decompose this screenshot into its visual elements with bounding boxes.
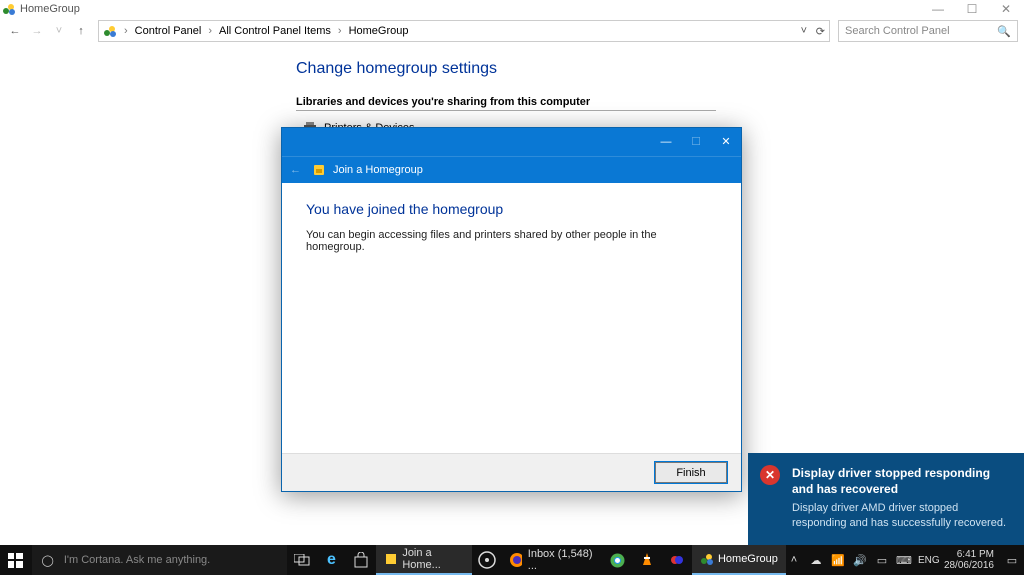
nav-recent-dropdown[interactable]: ˅ bbox=[50, 22, 68, 40]
tray-onedrive-icon[interactable]: ☁ bbox=[808, 554, 824, 567]
dialog-text: You can begin accessing files and printe… bbox=[306, 229, 717, 253]
store-icon[interactable] bbox=[346, 545, 376, 575]
dialog-footer: Finish bbox=[282, 453, 741, 491]
homegroup-wizard-icon bbox=[311, 162, 327, 178]
taskbar-app-homegroup[interactable]: HomeGroup bbox=[692, 545, 786, 575]
window-maximize-button[interactable]: ☐ bbox=[962, 2, 982, 16]
tray-battery-icon[interactable]: ▭ bbox=[874, 554, 890, 567]
taskbar-app-label: HomeGroup bbox=[718, 553, 778, 565]
taskbar-app-join-homegroup[interactable]: Join a Home... bbox=[376, 545, 472, 575]
cortana-search[interactable]: ◯ I'm Cortana. Ask me anything. bbox=[32, 545, 287, 575]
taskbar-app-icon[interactable] bbox=[662, 545, 692, 575]
dialog-minimize-button[interactable]: — bbox=[651, 128, 681, 156]
notification-toast[interactable]: ✕ Display driver stopped responding and … bbox=[748, 453, 1024, 545]
dialog-close-button[interactable]: ✕ bbox=[711, 128, 741, 156]
finish-button[interactable]: Finish bbox=[655, 462, 727, 483]
toast-title: Display driver stopped responding and ha… bbox=[792, 465, 1010, 497]
tray-time: 6:41 PM bbox=[944, 549, 994, 560]
join-homegroup-dialog: — ☐ ✕ ← Join a Homegroup You have joined… bbox=[281, 127, 742, 492]
window-titlebar: HomeGroup — ☐ ✕ bbox=[0, 0, 1024, 18]
dialog-wizard-title: Join a Homegroup bbox=[333, 164, 423, 176]
taskbar-chrome-icon[interactable] bbox=[603, 545, 633, 575]
dialog-body: You have joined the homegroup You can be… bbox=[282, 183, 741, 453]
window-title: HomeGroup bbox=[20, 3, 80, 15]
tray-language[interactable]: ENG bbox=[918, 555, 934, 566]
system-tray: ˄ ☁ 📶 🔊 ▭ ⌨ ENG 6:41 PM 28/06/2016 ▭ bbox=[786, 549, 1024, 571]
cortana-icon: ◯ bbox=[42, 554, 54, 567]
toast-detail: Display driver AMD driver stopped respon… bbox=[792, 501, 1010, 531]
tray-keyboard-icon[interactable]: ⌨ bbox=[896, 554, 912, 567]
tray-volume-icon[interactable]: 🔊 bbox=[852, 554, 868, 567]
nav-forward-button[interactable]: → bbox=[28, 22, 46, 40]
breadcrumb-item[interactable]: Control Panel bbox=[133, 25, 204, 37]
breadcrumb-item[interactable]: HomeGroup bbox=[347, 25, 411, 37]
taskbar: ◯ I'm Cortana. Ask me anything. e Join a… bbox=[0, 545, 1024, 575]
tray-clock[interactable]: 6:41 PM 28/06/2016 bbox=[940, 549, 998, 571]
chevron-right-icon[interactable]: › bbox=[205, 25, 215, 37]
taskbar-app-firefox[interactable]: Inbox (1,548) ... bbox=[502, 545, 603, 575]
chevron-right-icon[interactable]: › bbox=[335, 25, 345, 37]
error-icon: ✕ bbox=[760, 465, 780, 485]
homegroup-icon bbox=[2, 2, 16, 16]
page-heading: Change homegroup settings bbox=[296, 60, 726, 78]
tray-network-icon[interactable]: 📶 bbox=[830, 554, 846, 567]
taskbar-app-label: Inbox (1,548) ... bbox=[528, 548, 595, 572]
taskbar-mpc-icon[interactable] bbox=[472, 545, 502, 575]
dialog-titlebar[interactable]: — ☐ ✕ bbox=[282, 128, 741, 156]
address-dropdown-icon[interactable]: ˅ bbox=[801, 25, 807, 37]
section-label: Libraries and devices you're sharing fro… bbox=[296, 96, 716, 111]
dialog-heading: You have joined the homegroup bbox=[306, 201, 717, 217]
taskbar-vlc-icon[interactable] bbox=[632, 545, 662, 575]
window-close-button[interactable]: ✕ bbox=[996, 2, 1016, 16]
dialog-header: ← Join a Homegroup bbox=[282, 156, 741, 183]
cortana-placeholder: I'm Cortana. Ask me anything. bbox=[64, 554, 210, 566]
window-minimize-button[interactable]: — bbox=[928, 2, 948, 16]
homegroup-icon bbox=[103, 24, 117, 38]
search-icon[interactable]: 🔍 bbox=[997, 25, 1011, 38]
taskbar-app-label: Join a Home... bbox=[402, 547, 464, 571]
edge-icon[interactable]: e bbox=[317, 545, 347, 575]
breadcrumb-item[interactable]: All Control Panel Items bbox=[217, 25, 333, 37]
tray-date: 28/06/2016 bbox=[944, 560, 994, 571]
explorer-nav-row: ← → ˅ ↑ › Control Panel › All Control Pa… bbox=[0, 18, 1024, 44]
task-view-button[interactable] bbox=[287, 545, 317, 575]
nav-back-button[interactable]: ← bbox=[6, 22, 24, 40]
chevron-right-icon[interactable]: › bbox=[121, 25, 131, 37]
dialog-back-button[interactable]: ← bbox=[290, 164, 301, 176]
page-content: Change homegroup settings Libraries and … bbox=[296, 60, 726, 135]
refresh-icon[interactable]: ⟳ bbox=[816, 25, 825, 38]
start-button[interactable] bbox=[0, 553, 32, 568]
tray-overflow-icon[interactable]: ˄ bbox=[786, 554, 802, 566]
nav-up-button[interactable]: ↑ bbox=[72, 22, 90, 40]
search-input[interactable]: Search Control Panel 🔍 bbox=[838, 20, 1018, 42]
address-bar[interactable]: › Control Panel › All Control Panel Item… bbox=[98, 20, 830, 42]
search-placeholder: Search Control Panel bbox=[845, 25, 950, 37]
action-center-icon[interactable]: ▭ bbox=[1004, 554, 1020, 567]
dialog-maximize-button[interactable]: ☐ bbox=[681, 128, 711, 156]
